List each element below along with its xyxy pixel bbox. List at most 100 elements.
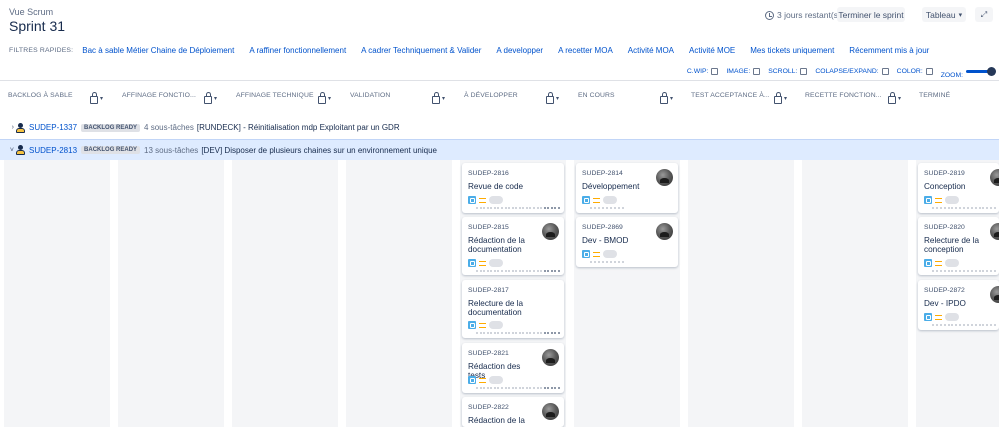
- issue-card[interactable]: SUDEP-2815 Rédaction de la documentation: [462, 217, 564, 275]
- scroll-label: SCROLL:: [768, 68, 798, 75]
- filter-recetter-moa[interactable]: A recetter MOA: [558, 46, 613, 55]
- end-sprint-button[interactable]: Terminer le sprint: [837, 7, 905, 22]
- story-icon: [468, 196, 476, 204]
- avatar[interactable]: [542, 349, 559, 366]
- issue-card[interactable]: SUDEP-2819 Conception: [918, 163, 999, 213]
- days-in-column-dots: [932, 207, 996, 209]
- filter-developper[interactable]: A developper: [496, 46, 543, 55]
- issue-meta: [468, 259, 503, 267]
- priority-medium-icon: [935, 260, 942, 266]
- column-validation: [346, 160, 452, 427]
- issue-meta: [468, 376, 503, 384]
- avatar[interactable]: [990, 169, 999, 186]
- estimate-pill: [489, 376, 503, 384]
- lock-icon: [660, 92, 668, 104]
- swimlane-key[interactable]: SUDEP-2813: [29, 146, 77, 155]
- issue-card[interactable]: SUDEP-2872 Dev - IPDO: [918, 280, 999, 330]
- breadcrumb[interactable]: Vue Scrum: [9, 7, 53, 17]
- chevron-down-icon: ▾: [958, 11, 963, 19]
- column-action-affinage-technique[interactable]: ▾: [318, 92, 340, 104]
- issue-summary: Conception: [924, 182, 966, 191]
- filter-cadrer[interactable]: A cadrer Techniquement & Valider: [361, 46, 481, 55]
- chevron-down-icon: ▾: [100, 96, 104, 102]
- story-owner-icon: [16, 122, 25, 133]
- lock-icon: [90, 92, 98, 104]
- priority-medium-icon: [479, 377, 486, 383]
- priority-medium-icon: [935, 314, 942, 320]
- avatar[interactable]: [990, 286, 999, 303]
- column-action-en-cours[interactable]: ▾: [660, 92, 682, 104]
- avatar[interactable]: [990, 223, 999, 240]
- issue-card[interactable]: SUDEP-2822 Rédaction de la: [462, 397, 564, 427]
- issue-meta: [468, 196, 503, 204]
- issue-card[interactable]: SUDEP-2814 Développement: [576, 163, 678, 213]
- filter-bac-a-sable[interactable]: Bac à sable Métier Chaine de Déploiement: [82, 46, 234, 55]
- issue-meta: [582, 196, 617, 204]
- issue-card[interactable]: SUDEP-2869 Dev - BMOD: [576, 217, 678, 267]
- column-action-affinage-fonctionnel[interactable]: ▾: [204, 92, 226, 104]
- column-action-test-acceptance[interactable]: ▾: [774, 92, 796, 104]
- days-in-column-dots: [932, 270, 996, 272]
- issue-card[interactable]: SUDEP-2816 Revue de code: [462, 163, 564, 213]
- zoom-slider[interactable]: [966, 67, 996, 76]
- swimlane-header[interactable]: › SUDEP-1337 BACKLOG READY 4 sous-tâches…: [0, 117, 999, 138]
- avatar[interactable]: [542, 223, 559, 240]
- filter-activite-moe[interactable]: Activité MOE: [689, 46, 735, 55]
- column-action-a-developper[interactable]: ▾: [546, 92, 568, 104]
- swimlane-key[interactable]: SUDEP-1337: [29, 123, 77, 132]
- priority-medium-icon: [479, 197, 486, 203]
- avatar[interactable]: [656, 223, 673, 240]
- lock-icon: [432, 92, 440, 104]
- issue-meta: [924, 259, 959, 267]
- clock-icon: [765, 10, 774, 20]
- issue-card[interactable]: SUDEP-2820 Relecture de la conception: [918, 217, 999, 275]
- colapse-label: COLAPSE/EXPAND:: [815, 68, 879, 75]
- cwip-checkbox[interactable]: [711, 68, 719, 75]
- filter-raffiner[interactable]: A raffiner fonctionnellement: [249, 46, 346, 55]
- filter-activite-moa[interactable]: Activité MOA: [628, 46, 674, 55]
- expand-icon[interactable]: ⤢: [975, 7, 993, 22]
- color-checkbox[interactable]: [925, 68, 933, 75]
- issue-key: SUDEP-2814: [582, 170, 623, 177]
- estimate-pill: [489, 259, 503, 267]
- chevron-down-icon: ▾: [670, 96, 674, 102]
- lock-icon: [546, 92, 554, 104]
- issue-summary: Relecture de la conception: [924, 236, 980, 254]
- avatar[interactable]: [542, 403, 559, 420]
- column-header-recette-fonctionnelle: RECETTE FONCTION...: [805, 92, 882, 99]
- chevron-down-icon[interactable]: ˅: [0, 147, 14, 154]
- avatar[interactable]: [656, 169, 673, 186]
- image-checkbox[interactable]: [753, 68, 761, 75]
- chevron-right-icon[interactable]: ›: [0, 124, 14, 131]
- image-label: IMAGE:: [726, 68, 751, 75]
- board-dropdown-button[interactable]: Tableau ▾: [922, 7, 966, 22]
- column-affinage-fonctionnel: [118, 160, 224, 427]
- column-header-termine: TERMINÉ: [919, 92, 951, 99]
- issue-card[interactable]: SUDEP-2821 Rédaction des tests: [462, 343, 564, 393]
- issue-meta: [924, 196, 959, 204]
- issue-summary: Relecture de la documentation: [468, 299, 524, 317]
- swimlane-header[interactable]: ˅ SUDEP-2813 BACKLOG READY 13 sous-tâche…: [0, 139, 999, 160]
- days-remaining-text: 3 jours restant(s): [777, 10, 841, 20]
- days-in-column-dots: [476, 332, 560, 334]
- issue-card[interactable]: SUDEP-2817 Relecture de la documentation: [462, 280, 564, 338]
- sprint-remaining: 3 jours restant(s): [765, 10, 841, 20]
- swimlane-summary: [DEV] Disposer de plusieurs chaines sur …: [201, 145, 437, 155]
- status-badge: BACKLOG READY: [81, 146, 141, 154]
- column-header-backlog: BACKLOG À SABLE: [8, 92, 73, 99]
- filter-recemment[interactable]: Récemment mis à jour: [849, 46, 929, 55]
- column-action-recette-fonctionnelle[interactable]: ▾: [888, 92, 910, 104]
- cwip-label: C.WIP:: [686, 68, 709, 75]
- priority-medium-icon: [479, 322, 486, 328]
- scroll-checkbox[interactable]: [800, 68, 808, 75]
- colapse-checkbox[interactable]: [881, 68, 889, 75]
- estimate-pill: [603, 196, 617, 204]
- filter-mes-tickets[interactable]: Mes tickets uniquement: [750, 46, 834, 55]
- issue-summary: Revue de code: [468, 182, 524, 191]
- estimate-pill: [603, 250, 617, 258]
- column-action-backlog[interactable]: ▾: [90, 92, 112, 104]
- days-in-column-dots: [590, 261, 624, 263]
- issue-key: SUDEP-2821: [468, 350, 509, 357]
- column-header-a-developper: À DÉVELOPPER: [464, 92, 518, 99]
- column-action-validation[interactable]: ▾: [432, 92, 454, 104]
